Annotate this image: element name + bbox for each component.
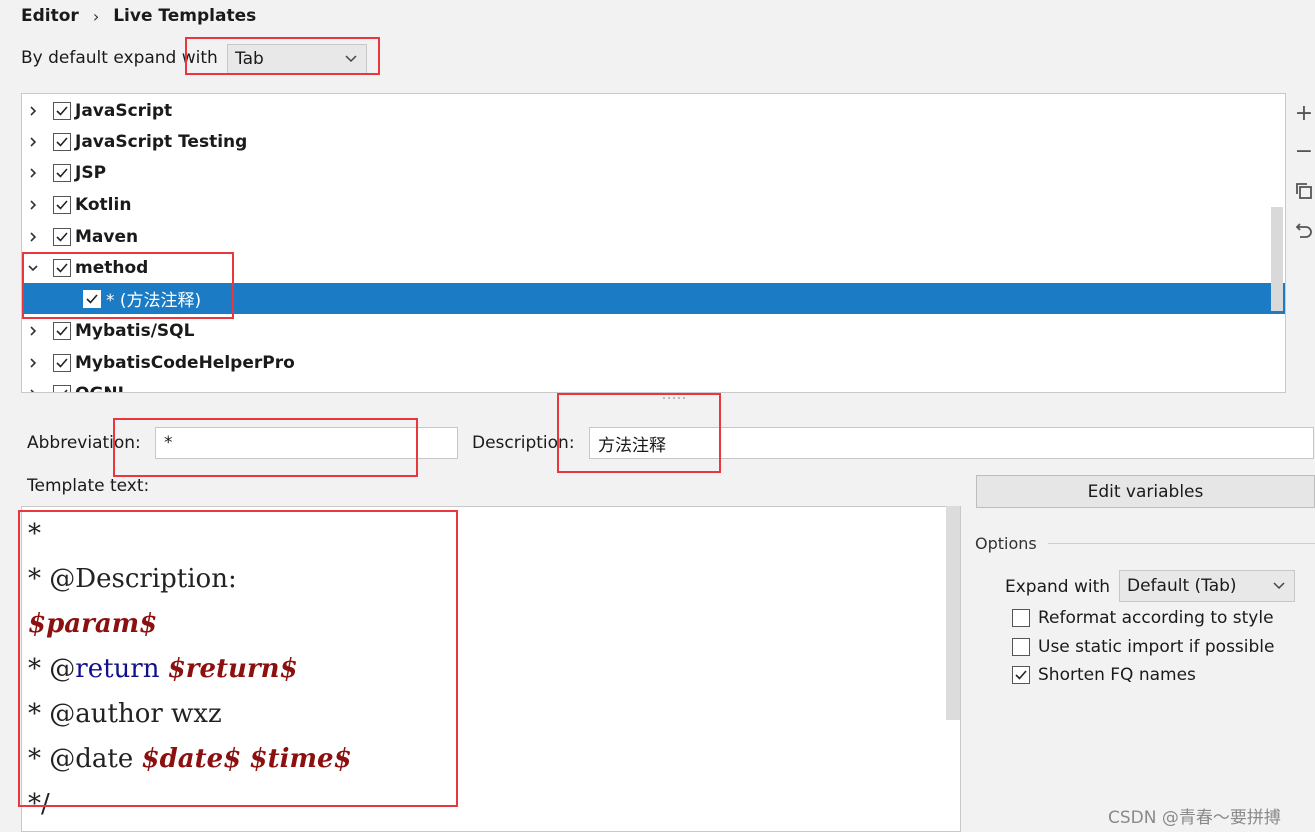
- reformat-option[interactable]: Reformat according to style: [1012, 608, 1274, 628]
- tree-group-javascript-testing[interactable]: JavaScript Testing: [22, 126, 1285, 157]
- static-import-checkbox[interactable]: [1012, 638, 1030, 656]
- tree-group-label: JavaScript: [75, 100, 173, 121]
- tree-group-kotlin[interactable]: Kotlin: [22, 189, 1285, 220]
- shorten-fq-label: Shorten FQ names: [1038, 665, 1196, 685]
- breadcrumb-live-templates: Live Templates: [113, 6, 257, 26]
- abbreviation-label: Abbreviation:: [27, 433, 141, 453]
- tree-group-maven[interactable]: Maven: [22, 221, 1285, 252]
- checkbox[interactable]: [53, 384, 71, 392]
- shorten-fq-option[interactable]: Shorten FQ names: [1012, 665, 1196, 685]
- copy-icon[interactable]: [1294, 181, 1314, 201]
- expand-with-select[interactable]: Default (Tab): [1119, 570, 1295, 602]
- description-label: Description:: [472, 433, 575, 453]
- template-line: * @Description:: [28, 564, 237, 594]
- abbreviation-input[interactable]: *: [155, 427, 458, 459]
- chevron-right-icon[interactable]: [27, 199, 39, 211]
- reformat-checkbox[interactable]: [1012, 609, 1030, 627]
- options-title: Options: [975, 534, 1037, 553]
- template-line: * @return $return$: [28, 654, 298, 684]
- static-import-label: Use static import if possible: [1038, 637, 1275, 657]
- static-import-option[interactable]: Use static import if possible: [1012, 637, 1275, 657]
- default-expand-value: Tab: [235, 49, 264, 69]
- tree-item-method-comment[interactable]: * (方法注释): [22, 283, 1285, 314]
- checkbox[interactable]: [53, 132, 71, 151]
- chevron-right-icon[interactable]: [27, 357, 39, 369]
- template-line: $param$: [28, 609, 157, 639]
- tree-group-javascript[interactable]: JavaScript: [22, 95, 1285, 126]
- checkbox[interactable]: [53, 227, 71, 246]
- chevron-right-icon[interactable]: [27, 231, 39, 243]
- add-icon[interactable]: +: [1294, 103, 1314, 125]
- options-divider: [1048, 543, 1315, 544]
- tree-group-method[interactable]: method: [22, 252, 1285, 283]
- tree-group-label: MybatisCodeHelperPro: [75, 352, 295, 373]
- tree-group-label: Maven: [75, 226, 139, 247]
- tree-group-label: Mybatis/SQL: [75, 320, 195, 341]
- checkbox[interactable]: [53, 353, 71, 372]
- template-text-label: Template text:: [27, 476, 150, 496]
- breadcrumb-separator: ›: [92, 6, 100, 26]
- tree-scrollbar[interactable]: [1271, 207, 1283, 311]
- tree-group-label: method: [75, 257, 149, 278]
- template-text-editor[interactable]: * * @Description: $param$ * @return $ret…: [21, 506, 961, 832]
- tree-group-ognl[interactable]: OGNL: [22, 378, 1285, 394]
- template-tree[interactable]: JavaScript JavaScript Testing JSP Kotlin…: [21, 93, 1286, 393]
- expand-with-value: Default (Tab): [1127, 576, 1237, 596]
- chevron-right-icon[interactable]: [27, 325, 39, 337]
- template-line: *: [28, 519, 41, 549]
- checkbox[interactable]: [53, 258, 71, 277]
- template-text: * @date: [28, 744, 142, 774]
- watermark: CSDN @青春～要拼搏: [1108, 808, 1281, 828]
- tree-group-label: JavaScript Testing: [75, 131, 248, 152]
- chevron-right-icon[interactable]: [27, 167, 39, 179]
- editor-scrollbar[interactable]: [946, 506, 960, 720]
- tree-group-label: JSP: [75, 162, 107, 183]
- checkbox[interactable]: [53, 101, 71, 120]
- expand-with-label: Expand with: [1005, 577, 1111, 597]
- splitter-grip-icon[interactable]: [662, 396, 686, 400]
- breadcrumb-editor[interactable]: Editor: [21, 6, 79, 26]
- template-keyword: return: [75, 654, 160, 684]
- default-expand-label: By default expand with: [21, 48, 218, 68]
- tree-group-label: Kotlin: [75, 194, 132, 215]
- check-icon: [1015, 670, 1027, 680]
- chevron-down-icon: [1273, 582, 1285, 590]
- description-input[interactable]: 方法注释: [589, 427, 1314, 459]
- tree-item-label: * (方法注释): [106, 291, 202, 311]
- template-variable: $date$: [141, 744, 242, 774]
- template-variable: $param$: [28, 609, 158, 639]
- chevron-right-icon[interactable]: [27, 105, 39, 117]
- tree-group-mybatis-sql[interactable]: Mybatis/SQL: [22, 315, 1285, 346]
- template-variable: $return$: [167, 654, 298, 684]
- template-text: * @: [28, 654, 76, 684]
- chevron-right-icon[interactable]: [27, 136, 39, 148]
- template-variable: $time$: [249, 744, 352, 774]
- checkbox[interactable]: [83, 289, 101, 308]
- chevron-right-icon[interactable]: [27, 388, 39, 394]
- edit-variables-button[interactable]: Edit variables: [976, 475, 1315, 508]
- default-expand-select[interactable]: Tab: [227, 44, 367, 74]
- shorten-fq-checkbox[interactable]: [1012, 666, 1030, 684]
- revert-icon[interactable]: [1294, 220, 1314, 240]
- checkbox[interactable]: [53, 321, 71, 340]
- remove-icon[interactable]: −: [1294, 141, 1314, 163]
- template-line: * @author wxz: [28, 699, 222, 729]
- template-line: * @date $date$ $time$: [28, 744, 352, 774]
- checkbox[interactable]: [53, 195, 71, 214]
- tree-group-jsp[interactable]: JSP: [22, 157, 1285, 188]
- chevron-down-icon[interactable]: [27, 262, 39, 274]
- checkbox[interactable]: [53, 163, 71, 182]
- reformat-label: Reformat according to style: [1038, 608, 1274, 628]
- template-line: */: [28, 789, 50, 819]
- chevron-down-icon: [345, 55, 357, 63]
- breadcrumb: Editor › Live Templates: [21, 6, 256, 26]
- tree-group-mybatiscodehelperpro[interactable]: MybatisCodeHelperPro: [22, 347, 1285, 378]
- tree-group-label: OGNL: [75, 384, 128, 393]
